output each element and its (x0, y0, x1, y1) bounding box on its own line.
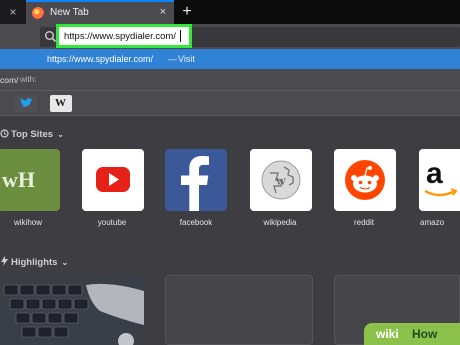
url-suggestion-row[interactable]: https://www.spydialer.com/ — Visit (0, 49, 460, 69)
top-site-label: youtube (97, 218, 127, 227)
tab-previous-close-button[interactable]: × (0, 0, 26, 24)
top-site-label: facebook (179, 218, 213, 227)
facebook-icon (181, 156, 209, 211)
suggestion-url: https://www.spydialer.com/ (47, 54, 154, 64)
tab-new-tab[interactable]: New Tab × (26, 0, 174, 24)
tab-title: New Tab (50, 7, 89, 18)
top-site-wikipedia[interactable]: W (250, 149, 312, 211)
top-site-reddit[interactable] (334, 149, 396, 211)
watermark-wiki: wiki (376, 327, 399, 341)
top-site-label: amazo (420, 218, 445, 227)
twitter-bird-icon (20, 98, 33, 107)
top-site-amazon[interactable]: a (419, 149, 460, 211)
search-with-query: com/ (0, 75, 19, 85)
twitter-icon[interactable] (15, 95, 37, 112)
suggestion-separator: — (168, 54, 177, 64)
new-tab-button[interactable]: + (178, 2, 196, 22)
amazon-icon: a (424, 157, 458, 197)
highlights-bolt-icon (1, 256, 8, 266)
chevron-down-icon: ⌄ (57, 130, 64, 139)
reddit-icon (345, 160, 385, 200)
url-text: https://www.spydialer.com/ (64, 31, 176, 42)
svg-text:W: W (276, 176, 287, 188)
tab-close-button[interactable]: × (160, 6, 166, 18)
top-sites-label: Top Sites (11, 129, 54, 140)
svg-text:a: a (426, 157, 443, 190)
wikihow-logo-icon: wH (2, 167, 35, 192)
highlight-card-keyboard[interactable] (0, 275, 144, 345)
search-with-label: with: (20, 75, 37, 84)
clock-icon (0, 129, 9, 138)
top-site-label: wikipedia (263, 218, 297, 227)
highlight-card-empty (165, 275, 313, 345)
chevron-down-icon: ⌄ (61, 258, 69, 267)
text-caret (180, 30, 181, 42)
highlights-label: Highlights (11, 257, 58, 268)
wikipedia-glyph: W (55, 97, 66, 109)
tab-strip: × New Tab × + (0, 0, 460, 24)
top-sites-heading[interactable]: Top Sites ⌄ (0, 129, 64, 140)
top-site-wikihow[interactable]: wH (0, 149, 60, 211)
suggestion-action: Visit (178, 54, 195, 64)
url-input[interactable]: https://www.spydialer.com/ (56, 24, 192, 48)
top-site-label: wikihow (13, 218, 42, 227)
wikipedia-search-icon[interactable]: W (50, 95, 72, 112)
wikipedia-globe-icon: W (261, 160, 301, 200)
top-site-facebook[interactable] (165, 149, 227, 211)
search-engines-row: W (0, 91, 460, 116)
youtube-icon (96, 167, 130, 192)
top-site-label: reddit (353, 218, 374, 227)
top-site-youtube[interactable] (82, 149, 144, 211)
watermark-how: How (412, 327, 438, 341)
highlights-heading[interactable]: Highlights ⌄ (0, 256, 68, 268)
search-with-row: com/ with: (0, 69, 460, 91)
keyboard-photo-icon (0, 275, 144, 345)
firefox-icon (32, 7, 44, 19)
wikihow-watermark: wiki How (364, 323, 460, 345)
